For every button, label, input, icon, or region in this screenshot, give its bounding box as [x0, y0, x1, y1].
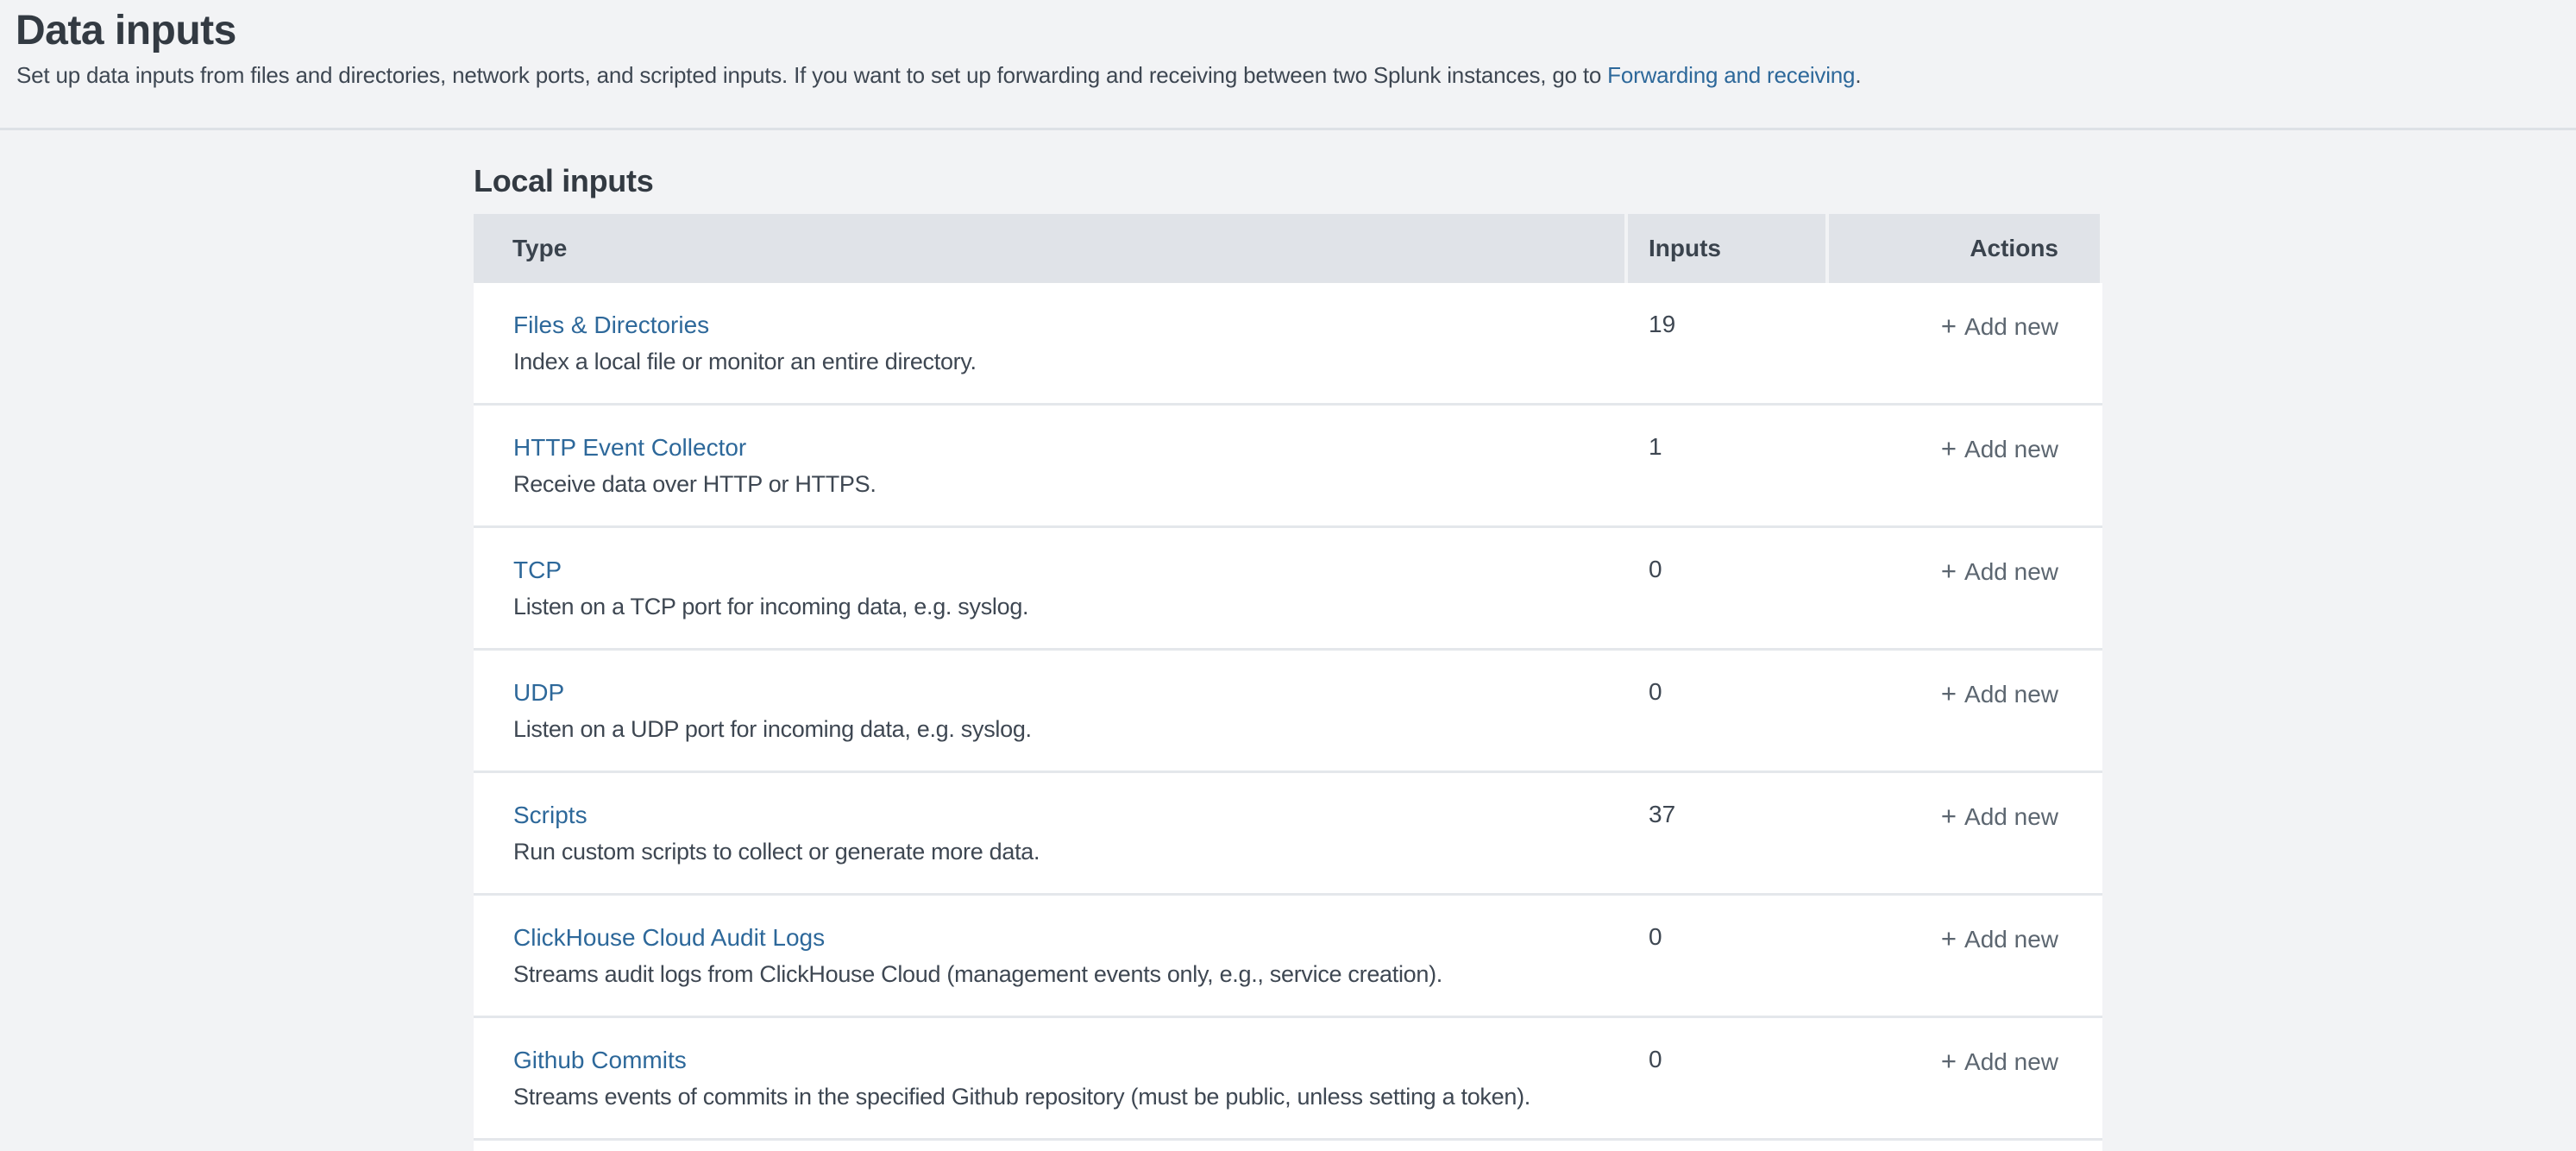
add-new-button[interactable]: + Add new: [1941, 556, 2058, 587]
page-subtitle: Set up data inputs from files and direct…: [16, 60, 2576, 90]
column-header-actions: Actions: [1829, 214, 2100, 283]
table-body: Files & Directories Index a local file o…: [474, 283, 2102, 1141]
add-new-label: Add new: [1964, 926, 2058, 953]
add-new-button[interactable]: + Add new: [1941, 311, 2058, 342]
inputs-count: 0: [1628, 528, 1825, 648]
column-header-inputs: Inputs: [1628, 214, 1825, 283]
plus-icon: +: [1941, 801, 1957, 831]
section-title: Local inputs: [474, 162, 2102, 200]
type-cell: Github Commits Streams events of commits…: [474, 1018, 1624, 1138]
plus-icon: +: [1941, 678, 1957, 708]
type-cell: ClickHouse Cloud Audit Logs Streams audi…: [474, 896, 1624, 1016]
plus-icon: +: [1941, 433, 1957, 463]
add-new-button[interactable]: + Add new: [1941, 923, 2058, 954]
type-cell: Scripts Run custom scripts to collect or…: [474, 773, 1624, 893]
page-header: Data inputs Set up data inputs from file…: [0, 5, 2576, 130]
input-type-description: Listen on a TCP port for incoming data, …: [513, 593, 1624, 621]
input-type-link[interactable]: Files & Directories: [513, 311, 709, 340]
local-inputs-section: Local inputs Type Inputs Actions Files &…: [474, 162, 2102, 1151]
add-new-label: Add new: [1964, 313, 2058, 340]
input-type-description: Streams events of commits in the specifi…: [513, 1083, 1624, 1111]
table-header-row: Type Inputs Actions: [474, 214, 2102, 283]
add-new-label: Add new: [1964, 803, 2058, 830]
forwarding-and-receiving-link[interactable]: Forwarding and receiving: [1607, 62, 1855, 88]
add-new-label: Add new: [1964, 681, 2058, 708]
inputs-count: 19: [1628, 283, 1825, 403]
plus-icon: +: [1941, 311, 1957, 341]
input-type-description: Run custom scripts to collect or generat…: [513, 838, 1624, 866]
input-type-description: Listen on a UDP port for incoming data, …: [513, 715, 1624, 744]
table-row: TCP Listen on a TCP port for incoming da…: [474, 528, 2102, 651]
add-new-button[interactable]: + Add new: [1941, 1046, 2058, 1077]
add-new-button[interactable]: + Add new: [1941, 801, 2058, 832]
input-type-link[interactable]: TCP: [513, 556, 562, 585]
type-cell: HTTP Event Collector Receive data over H…: [474, 406, 1624, 525]
add-new-button[interactable]: + Add new: [1941, 433, 2058, 464]
table-row: Github Commits Streams events of commits…: [474, 1018, 2102, 1141]
local-inputs-table: Type Inputs Actions Files & Directories …: [474, 214, 2102, 1151]
column-header-type: Type: [474, 214, 1624, 283]
type-cell: TCP Listen on a TCP port for incoming da…: [474, 528, 1624, 648]
input-type-link[interactable]: Github Commits: [513, 1046, 687, 1075]
table-row-partial: [474, 1141, 2102, 1151]
input-type-link[interactable]: HTTP Event Collector: [513, 433, 746, 462]
plus-icon: +: [1941, 556, 1957, 586]
type-cell: Files & Directories Index a local file o…: [474, 283, 1624, 403]
type-cell: UDP Listen on a UDP port for incoming da…: [474, 651, 1624, 770]
inputs-count: 0: [1628, 651, 1825, 770]
inputs-count: 0: [1628, 896, 1825, 1016]
inputs-count: 0: [1628, 1018, 1825, 1138]
add-new-label: Add new: [1964, 1048, 2058, 1075]
plus-icon: +: [1941, 923, 1957, 953]
table-row: UDP Listen on a UDP port for incoming da…: [474, 651, 2102, 773]
table-row: HTTP Event Collector Receive data over H…: [474, 406, 2102, 528]
input-type-description: Index a local file or monitor an entire …: [513, 348, 1624, 376]
inputs-count: 37: [1628, 773, 1825, 893]
input-type-link[interactable]: UDP: [513, 678, 564, 708]
input-type-link[interactable]: Scripts: [513, 801, 587, 830]
add-new-button[interactable]: + Add new: [1941, 678, 2058, 709]
input-type-description: Receive data over HTTP or HTTPS.: [513, 470, 1624, 499]
table-row: Files & Directories Index a local file o…: [474, 283, 2102, 406]
table-row: ClickHouse Cloud Audit Logs Streams audi…: [474, 896, 2102, 1018]
add-new-label: Add new: [1964, 558, 2058, 585]
page-title: Data inputs: [16, 5, 2576, 57]
plus-icon: +: [1941, 1046, 1957, 1076]
page-subtitle-text: Set up data inputs from files and direct…: [16, 62, 1607, 88]
input-type-description: Streams audit logs from ClickHouse Cloud…: [513, 960, 1624, 989]
table-row: Scripts Run custom scripts to collect or…: [474, 773, 2102, 896]
input-type-link[interactable]: ClickHouse Cloud Audit Logs: [513, 923, 825, 953]
inputs-count: 1: [1628, 406, 1825, 525]
page-subtitle-period: .: [1855, 62, 1861, 88]
add-new-label: Add new: [1964, 436, 2058, 462]
